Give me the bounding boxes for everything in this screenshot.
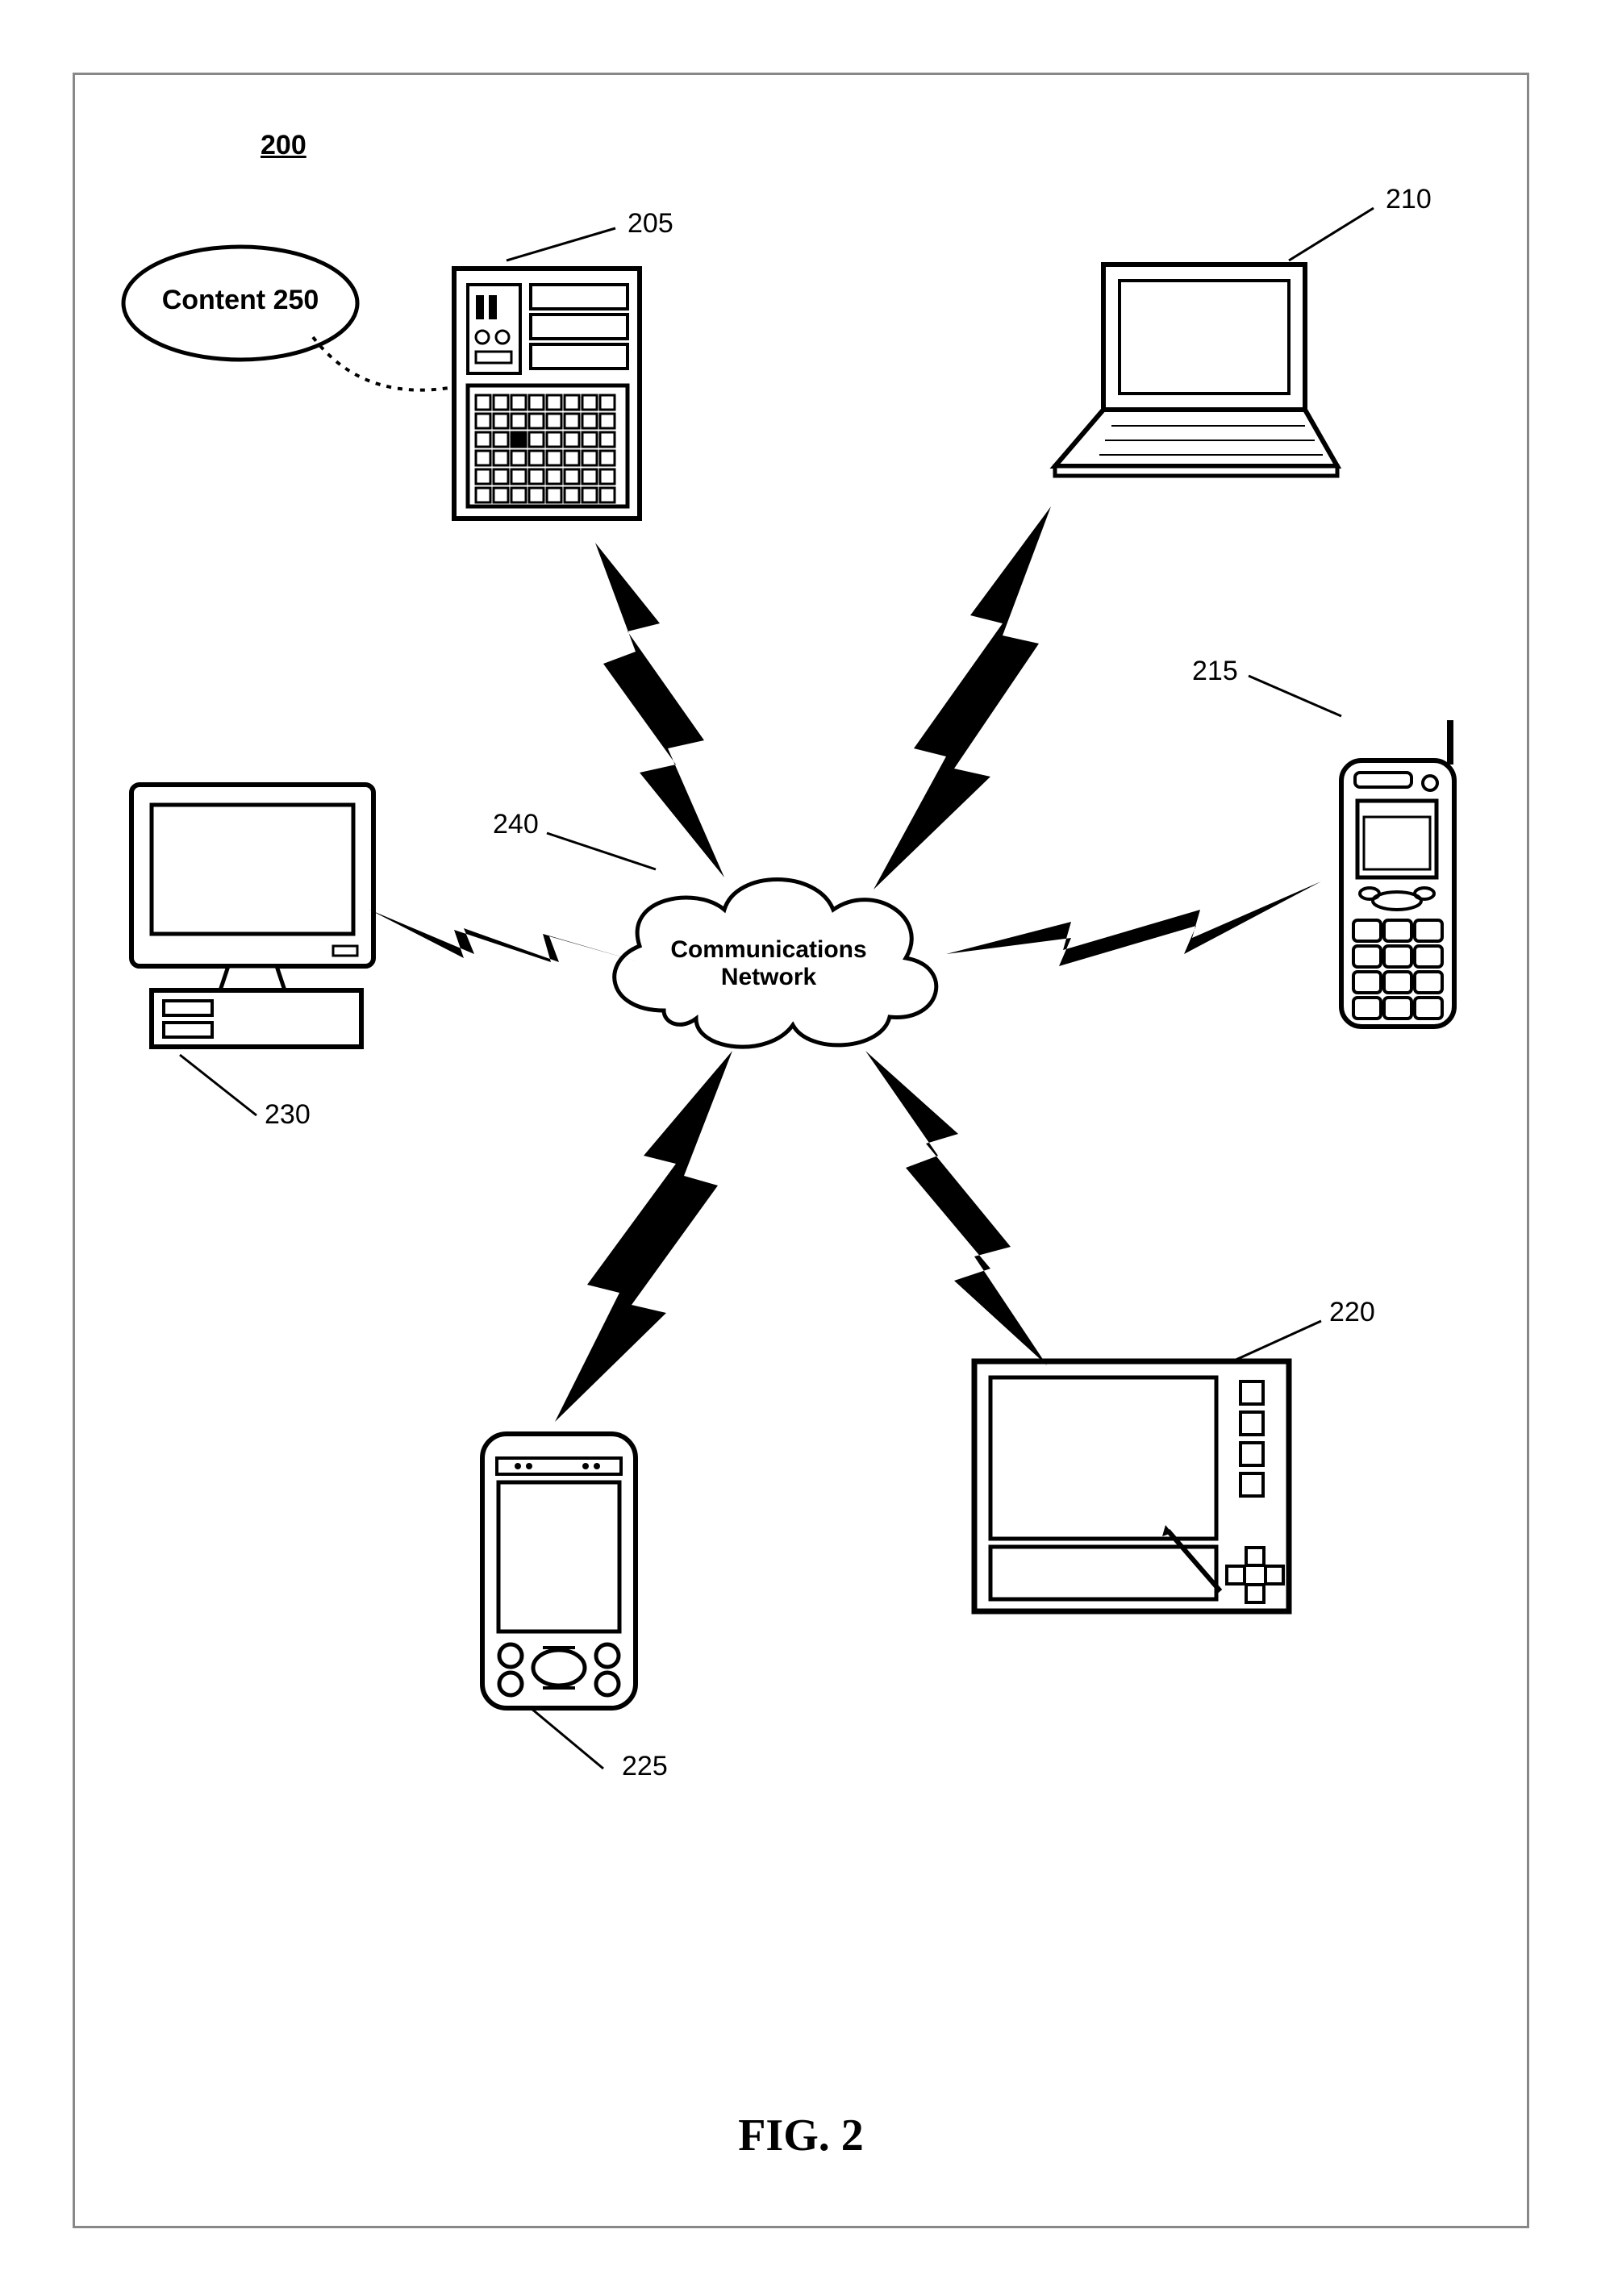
server-ref-label: 205 — [628, 208, 673, 240]
content-label: Content 250 — [156, 285, 325, 316]
tablet-leader-icon — [1228, 1317, 1333, 1365]
tablet-ref-label: 220 — [1329, 1297, 1375, 1328]
tablet-icon — [962, 1349, 1301, 1623]
laptop-ref-label: 210 — [1386, 184, 1432, 215]
figure-caption: FIG. 2 — [738, 2110, 864, 2161]
bolt-tablet-icon — [849, 1047, 1059, 1369]
laptop-icon — [1039, 256, 1345, 490]
phone-icon — [1305, 712, 1482, 1043]
cloud-ref-label: 240 — [493, 809, 539, 840]
bolt-pda-icon — [531, 1047, 748, 1426]
bolt-laptop-icon — [841, 502, 1091, 898]
laptop-leader-icon — [1285, 204, 1390, 269]
server-icon — [442, 256, 652, 531]
bolt-phone-icon — [942, 873, 1329, 1002]
desktop-ref-label: 230 — [265, 1099, 311, 1131]
system-ref-label: 200 — [261, 130, 306, 161]
phone-leader-icon — [1245, 672, 1349, 728]
desktop-icon — [107, 769, 406, 1091]
desktop-leader-icon — [172, 1051, 269, 1123]
pda-ref-label: 225 — [622, 1751, 668, 1782]
bolt-server-icon — [555, 539, 748, 885]
cloud-label: Communications Network — [640, 936, 898, 991]
phone-ref-label: 215 — [1192, 656, 1238, 687]
pda-icon — [458, 1422, 660, 1720]
server-leader-icon — [502, 224, 640, 265]
pda-leader-icon — [527, 1704, 615, 1777]
bolt-desktop-icon — [365, 898, 648, 1002]
